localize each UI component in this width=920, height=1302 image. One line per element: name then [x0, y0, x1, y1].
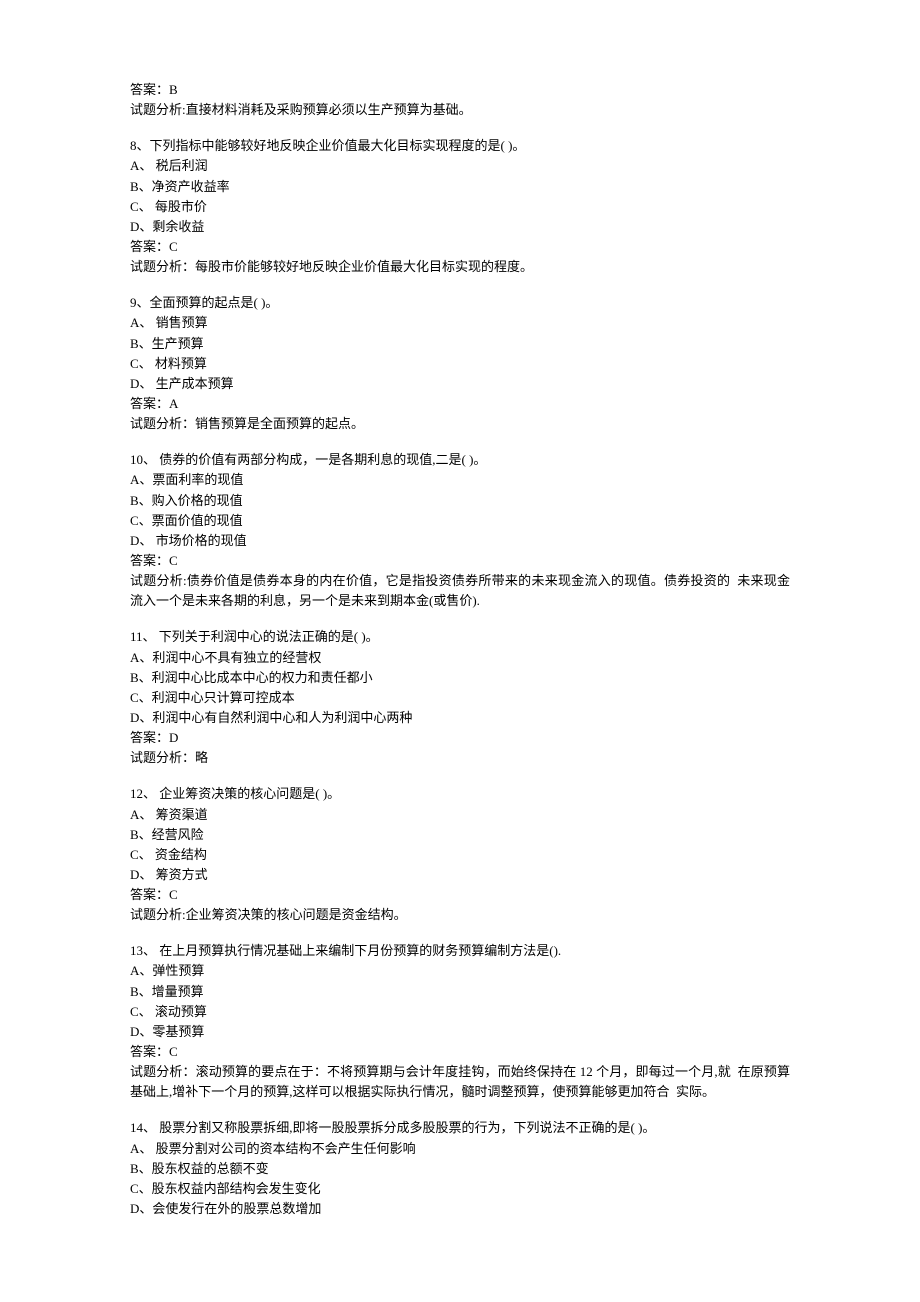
option-a: A、 筹资渠道: [130, 805, 790, 825]
answer-line: 答案：C: [130, 885, 790, 905]
question-stem: 11、 下列关于利润中心的说法正确的是( )。: [130, 627, 790, 647]
option-b: B、利润中心比成本中心的权力和责任都小: [130, 668, 790, 688]
option-d: D、零基预算: [130, 1022, 790, 1042]
option-c: C、票面价值的现值: [130, 511, 790, 531]
analysis-line: 试题分析:债券价值是债券本身的内在价值，它是指投资债券所带来的未来现金流入的现值…: [130, 571, 790, 611]
option-d: D、 市场价格的现值: [130, 531, 790, 551]
answer-line: 答案：B: [130, 80, 790, 100]
question-stem: 9、全面预算的起点是( )。: [130, 293, 790, 313]
analysis-line: 试题分析:企业筹资决策的核心问题是资金结构。: [130, 905, 790, 925]
question-stem: 12、 企业筹资决策的核心问题是( )。: [130, 784, 790, 804]
option-a: A、票面利率的现值: [130, 470, 790, 490]
question-block: 11、 下列关于利润中心的说法正确的是( )。 A、利润中心不具有独立的经营权 …: [130, 627, 790, 768]
option-c: C、 材料预算: [130, 354, 790, 374]
option-c: C、利润中心只计算可控成本: [130, 688, 790, 708]
option-b: B、购入价格的现值: [130, 491, 790, 511]
question-stem: 8、下列指标中能够较好地反映企业价值最大化目标实现程度的是( )。: [130, 136, 790, 156]
document-page: 答案：B 试题分析:直接材料消耗及采购预算必须以生产预算为基础。 8、下列指标中…: [0, 0, 920, 1302]
answer-line: 答案：C: [130, 237, 790, 257]
option-d: D、利润中心有自然利润中心和人为利润中心两种: [130, 708, 790, 728]
option-a: A、 股票分割对公司的资本结构不会产生任何影响: [130, 1139, 790, 1159]
option-c: C、 每股市价: [130, 197, 790, 217]
question-block: 9、全面预算的起点是( )。 A、 销售预算 B、生产预算 C、 材料预算 D、…: [130, 293, 790, 434]
option-a: A、利润中心不具有独立的经营权: [130, 648, 790, 668]
option-a: A、 销售预算: [130, 313, 790, 333]
question-block: 12、 企业筹资决策的核心问题是( )。 A、 筹资渠道 B、经营风险 C、 资…: [130, 784, 790, 925]
question-stem: 14、 股票分割又称股票拆细,即将一股股票拆分成多股股票的行为，下列说法不正确的…: [130, 1118, 790, 1138]
option-a: A、弹性预算: [130, 961, 790, 981]
answer-line: 答案：D: [130, 728, 790, 748]
analysis-line: 试题分析：略: [130, 748, 790, 768]
question-block: 14、 股票分割又称股票拆细,即将一股股票拆分成多股股票的行为，下列说法不正确的…: [130, 1118, 790, 1219]
q7-answer-block: 答案：B 试题分析:直接材料消耗及采购预算必须以生产预算为基础。: [130, 80, 790, 120]
analysis-line: 试题分析：滚动预算的要点在于：不将预算期与会计年度挂钩，而始终保持在 12 个月…: [130, 1062, 790, 1102]
analysis-line: 试题分析：每股市价能够较好地反映企业价值最大化目标实现的程度。: [130, 257, 790, 277]
answer-line: 答案：C: [130, 551, 790, 571]
answer-line: 答案：A: [130, 394, 790, 414]
option-c: C、股东权益内部结构会发生变化: [130, 1179, 790, 1199]
option-b: B、增量预算: [130, 982, 790, 1002]
question-stem: 13、 在上月预算执行情况基础上来编制下月份预算的财务预算编制方法是().: [130, 941, 790, 961]
option-a: A、 税后利润: [130, 156, 790, 176]
option-c: C、 滚动预算: [130, 1002, 790, 1022]
question-stem: 10、 债券的价值有两部分构成，一是各期利息的现值,二是( )。: [130, 450, 790, 470]
option-b: B、经营风险: [130, 825, 790, 845]
analysis-line: 试题分析:直接材料消耗及采购预算必须以生产预算为基础。: [130, 100, 790, 120]
option-d: D、 筹资方式: [130, 865, 790, 885]
question-block: 13、 在上月预算执行情况基础上来编制下月份预算的财务预算编制方法是(). A、…: [130, 941, 790, 1102]
question-block: 8、下列指标中能够较好地反映企业价值最大化目标实现程度的是( )。 A、 税后利…: [130, 136, 790, 277]
option-d: D、剩余收益: [130, 217, 790, 237]
analysis-line: 试题分析：销售预算是全面预算的起点。: [130, 414, 790, 434]
option-c: C、 资金结构: [130, 845, 790, 865]
answer-line: 答案：C: [130, 1042, 790, 1062]
option-b: B、股东权益的总额不变: [130, 1159, 790, 1179]
question-block: 10、 债券的价值有两部分构成，一是各期利息的现值,二是( )。 A、票面利率的…: [130, 450, 790, 611]
option-d: D、 生产成本预算: [130, 374, 790, 394]
option-b: B、生产预算: [130, 334, 790, 354]
option-b: B、净资产收益率: [130, 177, 790, 197]
option-d: D、会使发行在外的股票总数增加: [130, 1199, 790, 1219]
